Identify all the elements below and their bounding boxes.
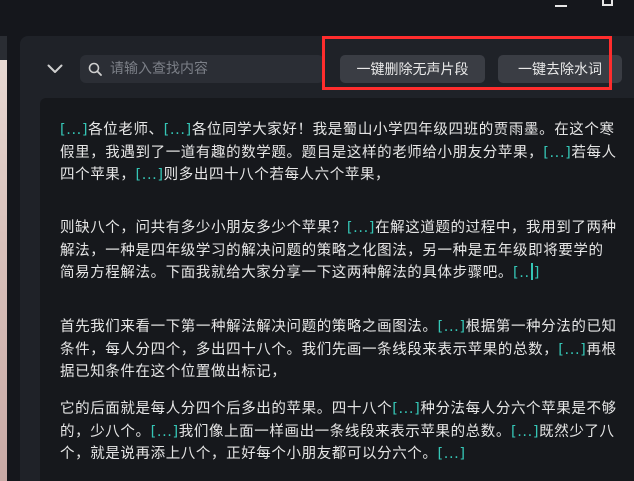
silence-marker[interactable]: [...] xyxy=(347,220,375,236)
silence-marker[interactable]: [...] xyxy=(511,424,539,440)
remove-silence-button[interactable]: 一键删除无声片段 xyxy=(340,55,485,83)
preview-strip-header xyxy=(0,36,7,60)
search-input[interactable] xyxy=(108,60,312,78)
silence-marker[interactable]: [...] xyxy=(164,122,192,138)
remove-filler-words-button[interactable]: 一键去除水词 xyxy=(498,55,622,83)
transcript-paragraph[interactable]: 首先我们来看一下第一种解法解决问题的策略之画图法。[...]根据第一种分法的已知… xyxy=(60,316,618,384)
silence-marker[interactable]: [...] xyxy=(543,145,571,161)
transcript-paragraph[interactable]: 则缺八个，问共有多少小朋友多少个苹果？[...]在解这道题的过程中，我用到了两种… xyxy=(60,217,618,285)
collapse-button[interactable] xyxy=(44,58,66,80)
video-preview-strip xyxy=(0,36,7,481)
app-window: 一键删除无声片段 一键去除水词 [...]各位老师、[...]各位同学大家好！我… xyxy=(0,0,634,481)
text-cursor xyxy=(530,263,533,281)
silence-marker[interactable]: [...] xyxy=(151,424,179,440)
transcript-sentence: 则缺八个，问共有多少小朋友多少个苹果？ xyxy=(60,220,347,236)
transcript-sentence: 我们像上面一样画出一条线段来表示苹果的总数。 xyxy=(178,423,511,440)
silence-marker[interactable]: [...] xyxy=(60,122,88,138)
silence-marker[interactable]: [..] xyxy=(513,263,540,282)
search-box[interactable] xyxy=(80,55,324,83)
silence-marker[interactable]: [...] xyxy=(438,319,466,335)
silence-marker[interactable]: [...] xyxy=(136,167,164,183)
search-icon xyxy=(88,62,102,76)
transcript-sentence: 各位老师、 xyxy=(88,122,164,138)
silence-marker[interactable]: [...] xyxy=(438,446,466,462)
transcript-sentence: 首先我们来看一下第一种解法解决问题的策略之画图法。 xyxy=(60,319,438,335)
transcript-paragraph[interactable]: [...]各位老师、[...]各位同学大家好！我是蜀山小学四年级四班的贾雨墨。在… xyxy=(60,119,618,187)
minimize-icon[interactable] xyxy=(555,5,567,7)
transcript-sentence: 它的后面就是每人分四个后多出的苹果。四十八个 xyxy=(60,401,393,417)
marker-part: [.. xyxy=(513,265,530,282)
transcript-text-area[interactable]: [...]各位老师、[...]各位同学大家好！我是蜀山小学四年级四班的贾雨墨。在… xyxy=(40,98,634,481)
transcript-paragraph[interactable]: 它的后面就是每人分四个后多出的苹果。四十八个[...]种分法每人分六个苹果是不够… xyxy=(60,398,618,466)
marker-part: ] xyxy=(533,265,540,282)
silence-marker[interactable]: [...] xyxy=(558,342,586,358)
maximize-icon[interactable] xyxy=(602,0,613,6)
chevron-down-icon xyxy=(47,64,63,73)
transcript-sentence: 则多出四十八个若每人六个苹果， xyxy=(163,167,391,184)
silence-marker[interactable]: [...] xyxy=(392,401,420,417)
